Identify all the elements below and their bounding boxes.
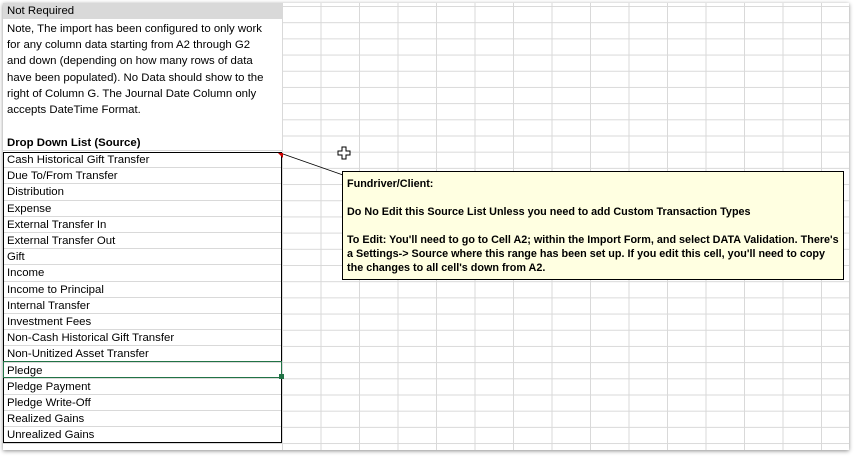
list-item[interactable]: Investment Fees: [3, 314, 282, 331]
list-item-label: External Transfer Out: [7, 235, 116, 247]
list-item-label: External Transfer In: [7, 218, 107, 231]
note-line: Note, The import has been configured to …: [7, 23, 262, 35]
list-item[interactable]: External Transfer In: [3, 217, 282, 233]
comment-line: Do No Edit this Source List Unless you n…: [347, 206, 751, 218]
note-line: have been populated). No Data should sho…: [7, 71, 264, 84]
list-item-label: Unrealized Gains: [7, 429, 95, 442]
list-item[interactable]: Cash Historical Gift Transfer: [3, 152, 282, 169]
list-item-label: Income: [7, 267, 45, 280]
list-item[interactable]: Distribution: [3, 184, 282, 201]
note-line: and down (depending on how many rows of …: [7, 55, 253, 68]
list-item-label: Investment Fees: [7, 316, 92, 328]
spreadsheet-grid[interactable]: Not Required Note, The import has been c…: [3, 3, 849, 450]
fill-handle[interactable]: [279, 374, 284, 379]
list-item-label: Pledge Write-Off: [7, 397, 91, 409]
list-item[interactable]: Due To/From Transfer: [3, 168, 282, 185]
list-item[interactable]: Pledge Payment: [3, 379, 282, 395]
cell-comment-box[interactable]: Fundriver/Client: Do No Edit this Source…: [342, 171, 844, 280]
list-item-label: Expense: [7, 202, 52, 215]
list-item-label: Realized Gains: [7, 413, 85, 426]
list-item[interactable]: Non-Cash Historical Gift Transfer: [3, 330, 282, 347]
list-item-label: Pledge: [7, 364, 43, 377]
list-item[interactable]: Income to Principal: [3, 282, 282, 298]
list-item[interactable]: Income: [3, 265, 282, 282]
note-cell[interactable]: Note, The import has been configured to …: [7, 21, 281, 118]
comment-line: To Edit: You'll need to go to Cell A2; w…: [347, 234, 839, 274]
list-item-label: Cash Historical Gift Transfer: [7, 154, 150, 166]
list-item[interactable]: Non-Unitized Asset Transfer: [3, 346, 282, 363]
list-item[interactable]: External Transfer Out: [3, 233, 282, 250]
column-a: Not Required Note, The import has been c…: [3, 3, 284, 450]
excel-cross-cursor-icon: [337, 146, 351, 160]
list-item-label: Gift: [7, 251, 25, 264]
list-item[interactable]: Realized Gains: [3, 411, 282, 428]
list-item-label: Distribution: [7, 186, 64, 199]
list-item[interactable]: Unrealized Gains: [3, 427, 282, 444]
note-line: for any column data starting from A2 thr…: [7, 39, 251, 52]
comment-author: Fundriver/Client:: [347, 178, 434, 190]
comment-indicator-icon[interactable]: [278, 153, 283, 158]
list-item-label: Income to Principal: [7, 283, 104, 296]
list-item-label: Internal Transfer: [7, 299, 90, 312]
list-item-selected[interactable]: Pledge: [3, 363, 282, 379]
list-item-label: Pledge Payment: [7, 380, 91, 393]
not-required-header-cell[interactable]: Not Required: [3, 3, 282, 20]
list-item[interactable]: Pledge Write-Off: [3, 395, 282, 412]
not-required-label: Not Required: [7, 5, 75, 17]
note-line: accepts DateTime Format.: [7, 104, 141, 117]
list-item-label: Non-Unitized Asset Transfer: [7, 348, 149, 361]
list-item[interactable]: Internal Transfer: [3, 298, 282, 314]
list-item[interactable]: Gift: [3, 249, 282, 266]
list-item[interactable]: Expense: [3, 201, 282, 217]
list-item-label: Due To/From Transfer: [7, 170, 118, 183]
drop-down-list-title: Drop Down List (Source): [7, 137, 141, 149]
list-item-label: Non-Cash Historical Gift Transfer: [7, 332, 175, 345]
note-line: right of Column G. The Journal Date Colu…: [7, 87, 257, 100]
drop-down-list-title-cell[interactable]: Drop Down List (Source): [3, 135, 282, 152]
